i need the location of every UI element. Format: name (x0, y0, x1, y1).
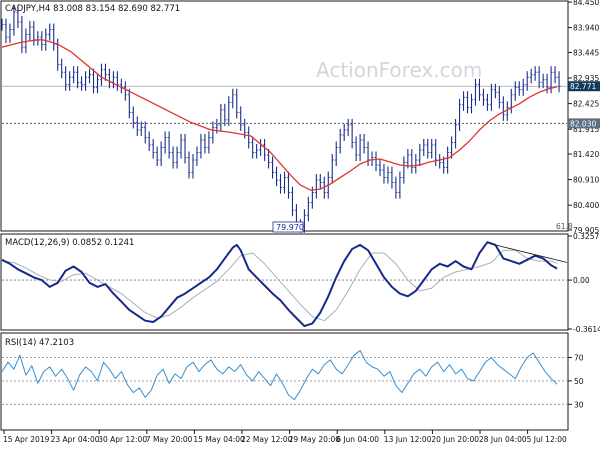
price-y-tick-label: 83.940 (573, 24, 599, 33)
price-title: CADJPY,H4 83.008 83.154 82.690 82.771 (5, 4, 180, 14)
x-tick-label: 7 May 20:00 (146, 435, 193, 444)
rsi-title: RSI(14) 47.2103 (5, 338, 74, 348)
x-tick-label: 22 May 12:00 (241, 435, 293, 444)
price-y-tick-label: 82.425 (573, 100, 599, 109)
rsi-y-tick-label: 70 (574, 354, 584, 363)
support-level-tag: 82.030 (570, 119, 596, 128)
chart-stage: ActionForex.com 79.905 80.400 80.910 81.420… (0, 0, 600, 450)
x-tick-label: 29 May 20:00 (289, 435, 341, 444)
fib-label: 61.8 (556, 222, 573, 231)
low-label: 79.970 (276, 223, 304, 232)
x-tick-label: 5 Jul 12:00 (527, 435, 567, 444)
macd-title: MACD(12,26,9) 0.0852 0.1241 (5, 238, 134, 248)
x-tick-label: 30 Apr 12:00 (98, 435, 147, 444)
macd-y-tick-label: -0.3614 (573, 325, 600, 334)
x-tick-label: 15 Apr 2019 (3, 435, 50, 444)
x-tick-label: 23 Apr 04:00 (51, 435, 100, 444)
watermark: ActionForex.com (316, 58, 482, 82)
macd-y-tick-label: 0.3257 (573, 232, 599, 241)
price-panel-frame (0, 0, 569, 232)
chart-svg: ActionForex.com 79.90580.40080.91081.420… (0, 0, 600, 444)
price-y-tick-label: 80.400 (573, 201, 599, 210)
current-price-tag: 82.771 (570, 82, 596, 91)
price-y-tick-label: 83.445 (573, 48, 599, 57)
rsi-panel-frame (0, 332, 569, 431)
x-tick-label: 28 Jun 04:00 (479, 435, 527, 444)
macd-y-tick-label: 0.00 (573, 276, 590, 285)
x-tick-label: 15 May 04:00 (193, 435, 245, 444)
price-y-tick-label: 80.910 (573, 176, 599, 185)
x-tick-label: 13 Jun 12:00 (384, 435, 432, 444)
price-y-tick-label: 84.450 (573, 0, 599, 7)
rsi-y-tick-label: 50 (574, 377, 584, 386)
price-y-tick-label: 81.420 (573, 150, 599, 159)
rsi-y-tick-label: 30 (574, 400, 584, 409)
x-tick-label: 6 Jun 04:00 (336, 435, 379, 444)
x-tick-label: 20 Jun 20:00 (431, 435, 479, 444)
